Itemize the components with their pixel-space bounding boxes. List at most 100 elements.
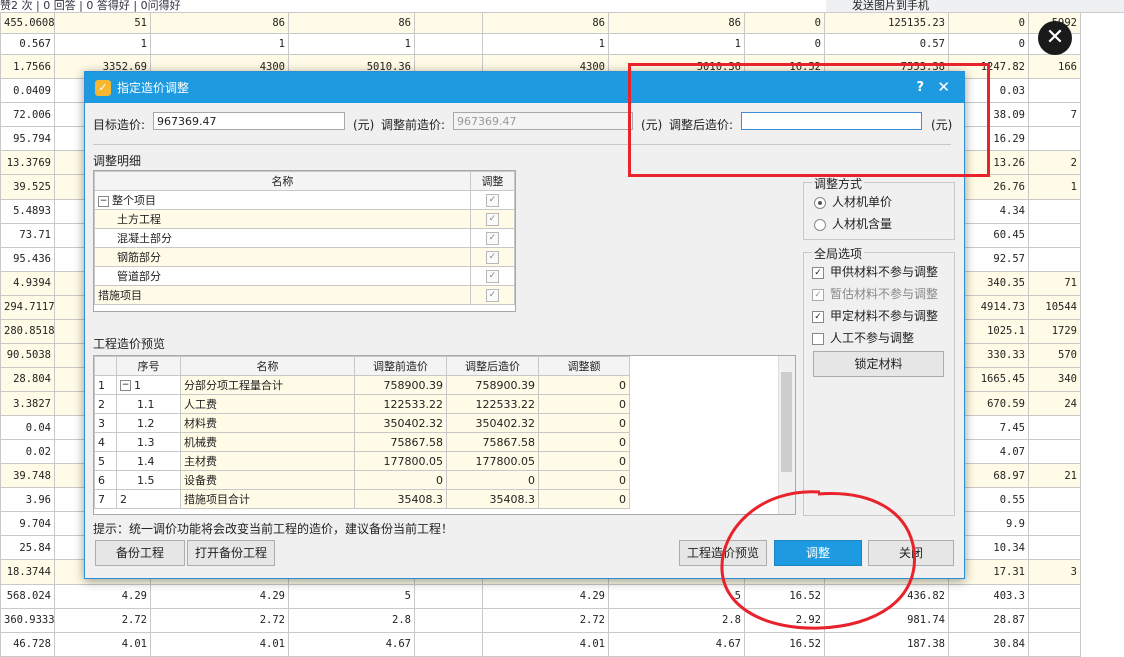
background-cell (1028, 439, 1081, 465)
preview-row[interactable]: 7 2 措施项目合计 35408.3 35408.3 0 (94, 489, 630, 509)
detail-row[interactable]: 措施项目 ✓ (94, 285, 516, 305)
detail-adjust-cell: ✓ (469, 285, 516, 305)
detail-adjust-checkbox[interactable]: ✓ (485, 288, 499, 302)
option-jiading-checkbox[interactable]: ✓ (812, 310, 824, 323)
viewer-close-button[interactable]: ✕ (1038, 21, 1072, 55)
preview-before-cell: 75867.58 (354, 432, 447, 452)
preview-before-cell: 35408.3 (354, 489, 447, 509)
background-cell: 4.9394 (0, 270, 55, 296)
detail-adjust-checkbox[interactable]: ✓ (485, 193, 499, 207)
preview-idx-cell: 2 (94, 394, 117, 414)
background-cell: 46.728 (0, 631, 55, 657)
preview-code-text: 1 (134, 378, 141, 392)
preview-diff-cell: 0 (538, 470, 630, 490)
option-labor-checkbox[interactable] (812, 332, 824, 345)
background-cell: 403.3 (948, 583, 1029, 609)
background-cell: 5.4893 (0, 198, 55, 224)
background-cell: 294.7117 (0, 294, 55, 320)
preview-code-cell: 2 (116, 489, 181, 509)
background-cell (414, 33, 483, 56)
detail-name-cell: 混凝土部分 (94, 228, 471, 248)
background-cell: 125135.23 (824, 11, 949, 35)
background-cell (1028, 535, 1081, 561)
before-price-input: 967369.47 (453, 112, 633, 130)
annotation-red-circle (720, 490, 916, 630)
option-jiading[interactable]: ✓ 甲定材料不参与调整 (812, 307, 938, 324)
background-cell: 1 (1028, 174, 1081, 200)
tree-collapse-icon[interactable]: − (120, 380, 131, 391)
detail-row[interactable]: 管道部分 ✓ (94, 266, 516, 286)
send-to-phone-button[interactable]: 发送图片到手机 (852, 0, 929, 12)
detail-adjust-checkbox[interactable]: ✓ (485, 231, 499, 245)
tree-collapse-icon[interactable]: − (98, 195, 109, 207)
background-cell: 0 (948, 33, 1029, 56)
background-cell: 0 (744, 33, 825, 56)
preview-code-cell: 1.5 (116, 470, 181, 490)
preview-code-text: 2 (120, 492, 127, 506)
detail-adjust-checkbox[interactable]: ✓ (485, 250, 499, 264)
background-cell: 71 (1028, 270, 1081, 296)
preview-code-cell: −1 (116, 375, 181, 395)
background-cell (1028, 246, 1081, 272)
background-cell: 86 (150, 11, 289, 35)
background-cell: 2.72 (150, 607, 289, 633)
detail-row[interactable]: 土方工程 ✓ (94, 209, 516, 229)
background-cell (414, 11, 483, 35)
preview-row[interactable]: 3 1.2 材料费 350402.32 350402.32 0 (94, 413, 630, 433)
detail-name-text: 整个项目 (112, 194, 156, 207)
preview-row[interactable]: 6 1.5 设备费 0 0 0 (94, 470, 630, 490)
background-cell: 1 (608, 33, 745, 56)
detail-adjust-checkbox[interactable]: ✓ (485, 212, 499, 226)
background-cell: 568.024 (0, 583, 55, 609)
before-price-label: 调整前造价: (381, 118, 446, 132)
lock-material-button[interactable]: 锁定材料 (813, 351, 944, 377)
backup-button[interactable]: 备份工程 (95, 540, 185, 566)
background-cell (414, 607, 483, 633)
radio-quantity[interactable]: 人材机含量 (814, 215, 892, 232)
radio-quantity-indicator[interactable] (814, 218, 826, 231)
detail-adjust-cell: ✓ (469, 266, 516, 286)
option-labor-label: 人工不参与调整 (830, 331, 915, 345)
option-jiagong[interactable]: ✓ 甲供材料不参与调整 (812, 263, 938, 280)
background-cell: 24 (1028, 390, 1081, 417)
detail-name-cell: 土方工程 (94, 209, 471, 229)
background-cell: 90.5038 (0, 342, 55, 368)
global-options-group: 全局选项 ✓ 甲供材料不参与调整 ✓ 暂估材料不参与调整 ✓ 甲定材料不参与调整 人工… (803, 245, 955, 516)
detail-adjust-checkbox[interactable]: ✓ (485, 269, 499, 283)
unit-label-1: (元) (353, 118, 375, 132)
detail-name-text: 措施项目 (98, 289, 142, 302)
radio-unit-price[interactable]: 人材机单价 (814, 193, 892, 210)
adjust-method-title: 调整方式 (812, 175, 865, 192)
target-price-input[interactable]: 967369.47 (153, 112, 345, 130)
background-cell: 2.72 (54, 607, 151, 633)
preview-diff-cell: 0 (538, 413, 630, 433)
preview-row[interactable]: 1−1 分部分项工程量合计 758900.39 758900.39 0 (94, 375, 630, 395)
preview-code-cell: 1.4 (116, 451, 181, 471)
option-labor[interactable]: 人工不参与调整 (812, 329, 914, 346)
background-cell (1028, 198, 1081, 224)
background-cell: 73.71 (0, 222, 55, 248)
background-cell: 280.8518 (0, 318, 55, 344)
preview-row[interactable]: 4 1.3 机械费 75867.58 75867.58 0 (94, 432, 630, 452)
preview-after-cell: 0 (446, 470, 539, 490)
background-cell: 51 (54, 11, 151, 35)
detail-row[interactable]: 钢筋部分 ✓ (94, 247, 516, 267)
background-cell: 0.0409 (0, 78, 55, 104)
detail-row[interactable]: 混凝土部分 ✓ (94, 228, 516, 248)
background-cell: 0 (744, 11, 825, 35)
detail-row[interactable]: − 整个项目 ✓ (94, 190, 516, 210)
option-jiagong-checkbox[interactable]: ✓ (812, 266, 824, 279)
background-cell (1028, 487, 1081, 513)
background-cell (1028, 78, 1081, 104)
open-backup-button[interactable]: 打开备份工程 (187, 540, 275, 566)
preview-idx-cell: 5 (94, 451, 117, 471)
preview-after-cell: 122533.22 (446, 394, 539, 414)
preview-row[interactable]: 5 1.4 主材费 177800.05 177800.05 0 (94, 451, 630, 471)
background-cell: 340 (1028, 366, 1081, 393)
preview-scrollbar-thumb[interactable] (781, 372, 792, 472)
background-cell: 1 (54, 33, 151, 56)
preview-row[interactable]: 2 1.1 人工费 122533.22 122533.22 0 (94, 394, 630, 414)
background-cell: 1 (150, 33, 289, 56)
radio-unit-price-indicator[interactable] (814, 196, 826, 209)
background-cell: 4.29 (482, 583, 609, 609)
